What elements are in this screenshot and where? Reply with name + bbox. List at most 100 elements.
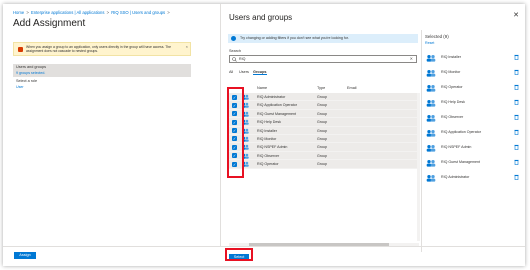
reset-link[interactable]: Reset: [425, 41, 434, 45]
row-name: RIQ Operator: [257, 162, 279, 167]
row-type: Group: [317, 136, 327, 141]
row-name: RIQ Monitor: [257, 136, 277, 141]
trash-icon[interactable]: [514, 99, 519, 105]
selected-item: RIQ Monitor: [425, 67, 521, 82]
role-value-link[interactable]: User: [16, 85, 24, 89]
users-groups-value[interactable]: 9 groups selected.: [16, 71, 45, 75]
selected-item-label: RIQ Application Operator: [441, 130, 481, 134]
search-icon: [232, 57, 237, 62]
select-button-highlight-box: [225, 248, 253, 261]
group-icon: [426, 145, 436, 152]
close-icon[interactable]: ✕: [513, 11, 519, 19]
blade-title: Users and groups: [229, 13, 293, 22]
row-type: Group: [317, 95, 327, 99]
row-type: Group: [317, 111, 327, 116]
group-icon: [426, 130, 436, 137]
selected-item-label: RIQ Monitor: [441, 70, 461, 74]
selected-item: RIQ Installer: [425, 52, 521, 67]
selected-title: Selected (9): [425, 34, 449, 39]
trash-icon[interactable]: [514, 84, 519, 90]
close-icon[interactable]: ×: [186, 44, 188, 49]
trash-icon[interactable]: [514, 54, 519, 60]
users-groups-blade: Users and groups ✕ Try changing or addin…: [221, 4, 525, 266]
row-type: Group: [317, 103, 327, 108]
vertical-scrollbar[interactable]: [417, 93, 420, 241]
table-row[interactable]: ✓ RIQ Application Operator Group: [229, 101, 419, 110]
search-box: ✕: [229, 55, 417, 63]
row-type: Group: [317, 145, 327, 150]
info-icon: [231, 36, 236, 41]
selected-item: RIQ Administrator: [425, 172, 521, 187]
role-title: Select a role: [16, 79, 38, 83]
left-footer: Assign: [3, 246, 221, 266]
table-row[interactable]: ✓ RIQ Installer Group: [229, 126, 419, 135]
warning-text: When you assign a group to an applicatio…: [26, 45, 172, 54]
selected-item-label: RIQ Observer: [441, 115, 464, 119]
trash-icon[interactable]: [514, 144, 519, 150]
table-row[interactable]: ✓ RIQ Administrator Group: [229, 93, 419, 102]
table-row[interactable]: ✓ RIQ Operator Group: [229, 160, 419, 169]
search-input[interactable]: [239, 56, 399, 62]
trash-icon[interactable]: [514, 129, 519, 135]
row-name: RIQ Guest Management: [257, 111, 296, 116]
breadcrumb-home[interactable]: Home: [13, 10, 24, 15]
selected-list: RIQ Installer RIQ Monitor RIQ Operator R…: [425, 52, 521, 187]
tab-groups[interactable]: Groups: [253, 70, 267, 75]
group-icon: [426, 115, 436, 122]
users-groups-title: Users and groups: [16, 65, 46, 69]
breadcrumb-app[interactable]: RIQ SSO | Users and groups: [111, 10, 165, 15]
table-row[interactable]: ✓ RIQ Guest Management Group: [229, 109, 419, 119]
warning-banner: When you assign a group to an applicatio…: [13, 42, 191, 56]
table-row[interactable]: ✓ RIQ Monitor Group: [229, 134, 419, 144]
selected-item-label: RIQ Help Desk: [441, 100, 465, 104]
row-type: Group: [317, 128, 327, 133]
tab-users[interactable]: Users: [239, 70, 249, 74]
selected-item: RIQ Help Desk: [425, 97, 521, 112]
column-name[interactable]: Name: [257, 86, 267, 90]
page-title: Add Assignment: [13, 18, 86, 29]
row-name: RIQ Help Desk: [257, 120, 281, 125]
selected-item-label: RIQ Installer: [441, 55, 461, 59]
trash-icon[interactable]: [514, 69, 519, 75]
column-type[interactable]: Type: [317, 86, 325, 90]
row-name: RIQ Installer: [257, 128, 277, 133]
selected-divider: [421, 30, 422, 252]
users-groups-section[interactable]: Users and groups 9 groups selected.: [13, 64, 191, 77]
assign-button[interactable]: Assign: [14, 252, 36, 259]
row-name: RIQ NSPEF Admin: [257, 145, 288, 150]
selected-item: RIQ Application Operator: [425, 127, 521, 142]
group-icon: [426, 175, 436, 182]
results-table: ✓ RIQ Administrator Group ✓ RIQ Application…: [229, 93, 419, 169]
group-icon: [426, 55, 436, 62]
breadcrumb: Home > Enterprise applications | All app…: [13, 10, 170, 15]
table-row[interactable]: ✓ RIQ Help Desk Group: [229, 118, 419, 127]
checkbox-highlight-box: [227, 87, 244, 178]
trash-icon[interactable]: [514, 159, 519, 165]
selected-item-label: RIQ Guest Management: [441, 160, 480, 164]
tab-all[interactable]: All: [229, 70, 233, 74]
row-name: RIQ Administrator: [257, 95, 286, 99]
clear-search-icon[interactable]: ✕: [410, 56, 413, 61]
table-row[interactable]: ✓ RIQ Observer Group: [229, 151, 419, 161]
breadcrumb-enterprise-apps[interactable]: Enterprise applications | All applicatio…: [31, 10, 104, 15]
group-icon: [426, 85, 436, 92]
info-text: Try changing or adding filters if you do…: [240, 36, 349, 40]
group-icon: [426, 70, 436, 77]
trash-icon[interactable]: [514, 174, 519, 180]
row-type: Group: [317, 162, 327, 167]
add-assignment-blade: Home > Enterprise applications | All app…: [3, 4, 221, 266]
selected-item-label: RIQ Operator: [441, 85, 463, 89]
trash-icon[interactable]: [514, 114, 519, 120]
group-icon: [426, 100, 436, 107]
selected-item: RIQ Observer: [425, 112, 521, 127]
table-header: Name Type Email: [229, 85, 419, 93]
selected-item-label: RIQ NSPEF Admin: [441, 145, 472, 149]
group-icon: [426, 160, 436, 167]
column-email[interactable]: Email: [347, 86, 357, 90]
row-name: RIQ Application Operator: [257, 103, 297, 108]
selected-item-label: RIQ Administrator: [441, 175, 470, 179]
table-row[interactable]: ✓ RIQ NSPEF Admin Group: [229, 143, 419, 152]
row-name: RIQ Observer: [257, 153, 280, 158]
selected-item: RIQ NSPEF Admin: [425, 142, 521, 157]
warning-icon: [18, 47, 23, 52]
